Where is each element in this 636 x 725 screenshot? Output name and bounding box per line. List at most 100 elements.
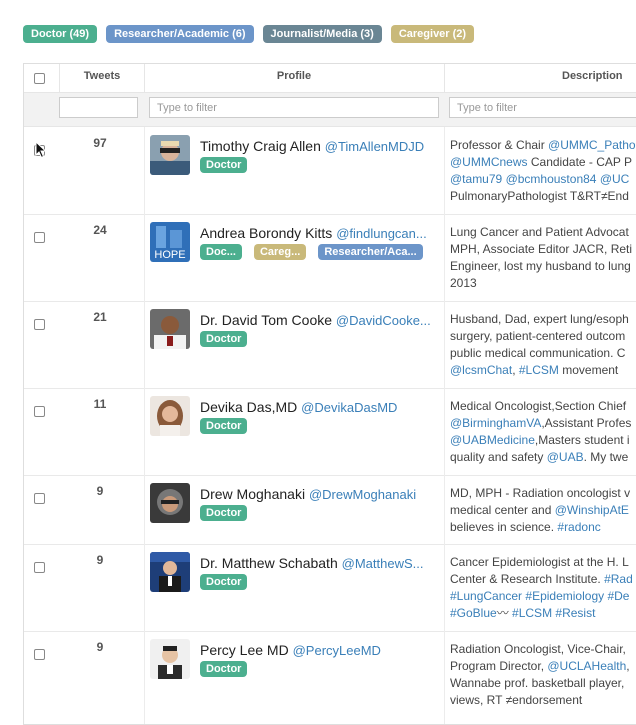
profile-name[interactable]: Timothy Craig Allen xyxy=(200,138,321,154)
description-line: Professor & Chair @UMMC_Patho xyxy=(450,137,636,154)
row-tag[interactable]: Doc... xyxy=(200,244,242,260)
description-line: 2013 xyxy=(450,275,636,292)
profile-handle[interactable]: @MatthewS... xyxy=(342,556,424,571)
description-link[interactable]: #LCSM xyxy=(512,606,552,620)
description-link[interactable]: #De xyxy=(607,589,629,603)
row-select-checkbox[interactable] xyxy=(34,649,45,660)
avatar[interactable] xyxy=(150,135,190,175)
profile-tags: Doctor xyxy=(200,331,248,347)
description-link[interactable]: @UCLAHealth xyxy=(547,659,626,673)
mouse-cursor-icon xyxy=(35,141,47,159)
filter-tag-caregiver[interactable]: Caregiver (2) xyxy=(390,25,475,43)
row-select-checkbox[interactable] xyxy=(34,319,45,330)
profile-handle[interactable]: @DrewMoghanaki xyxy=(309,487,416,502)
description-text: Wannabe prof. basketball player, xyxy=(450,676,625,690)
table-row[interactable]: 9 Drew Moghanaki @DrewMoghanaki Doctor M… xyxy=(24,475,636,545)
column-divider xyxy=(444,388,445,475)
description-link[interactable]: @UMMCnews xyxy=(450,155,528,169)
description-filter-input[interactable] xyxy=(449,97,636,118)
description-link[interactable]: @UMMC_Patho xyxy=(548,138,636,152)
table-row[interactable]: 9 Percy Lee MD @PercyLeeMD Doctor Radiat… xyxy=(24,631,636,724)
row-tag[interactable]: Careg... xyxy=(253,244,307,260)
row-tag[interactable]: Doctor xyxy=(200,157,248,173)
row-tag[interactable]: Doctor xyxy=(200,418,248,434)
filter-tag-doctor[interactable]: Doctor (49) xyxy=(23,25,98,43)
profile-handle[interactable]: @TimAllenMDJD xyxy=(325,139,424,154)
select-all-checkbox[interactable] xyxy=(34,73,45,84)
description-text: Lung Cancer and Patient Advocat xyxy=(450,225,629,239)
description-link[interactable]: #GoBlue xyxy=(450,606,497,620)
description-line: Husband, Dad, expert lung/esoph xyxy=(450,311,636,328)
row-tag[interactable]: Doctor xyxy=(200,505,248,521)
description-line: Lung Cancer and Patient Advocat xyxy=(450,224,636,241)
description-text: Professor & Chair xyxy=(450,138,549,152)
description-line: Center & Research Institute. #Rad xyxy=(450,571,636,588)
column-divider xyxy=(444,127,445,214)
profile-handle[interactable]: @DevikaDasMD xyxy=(301,400,397,415)
avatar[interactable]: HOPE xyxy=(150,222,190,262)
table-row[interactable]: 11 Devika Das,MD @DevikaDasMD Doctor Med… xyxy=(24,388,636,476)
description-link[interactable]: @WinshipAtE xyxy=(555,503,629,517)
profile-tags: Doctor xyxy=(200,574,248,590)
row-select-checkbox[interactable] xyxy=(34,493,45,504)
description-text: Engineer, lost my husband to lung xyxy=(450,259,631,273)
row-tag[interactable]: Doctor xyxy=(200,331,248,347)
avatar[interactable] xyxy=(150,309,190,349)
profile-handle[interactable]: @findlungcan... xyxy=(336,226,427,241)
description-link[interactable]: @BirminghamVA xyxy=(450,416,541,430)
profile-name[interactable]: Devika Das,MD xyxy=(200,399,297,415)
description-link[interactable]: @bcmhouston84 xyxy=(506,172,597,186)
profile-handle[interactable]: @PercyLeeMD xyxy=(293,643,381,658)
filter-row xyxy=(24,93,636,127)
header-description[interactable]: Description xyxy=(444,64,636,92)
profile-description: Husband, Dad, expert lung/esoph surgery, … xyxy=(450,311,636,379)
row-tag[interactable]: Doctor xyxy=(200,574,248,590)
profile-name[interactable]: Andrea Borondy Kitts xyxy=(200,225,332,241)
description-text: . My twe xyxy=(583,450,629,464)
column-divider xyxy=(444,301,445,388)
description-line: Cancer Epidemiologist at the H. L xyxy=(450,554,636,571)
row-tag[interactable]: Doctor xyxy=(200,661,248,677)
description-link[interactable]: #Rad xyxy=(604,572,633,586)
profile-name[interactable]: Drew Moghanaki xyxy=(200,486,305,502)
description-text: 2013 xyxy=(450,276,477,290)
filter-tag-journalist[interactable]: Journalist/Media (3) xyxy=(262,25,382,43)
description-link[interactable]: @UAB xyxy=(547,450,584,464)
header-profile[interactable]: Profile xyxy=(144,64,445,92)
profile-filter-input[interactable] xyxy=(149,97,439,118)
description-link[interactable]: #Resist xyxy=(555,606,595,620)
table-row[interactable]: 9 Dr. Matthew Schabath @MatthewS... Doct… xyxy=(24,544,636,632)
description-link[interactable]: @UC xyxy=(600,172,630,186)
description-link[interactable]: #LCSM xyxy=(519,363,559,377)
tweet-count: 21 xyxy=(93,310,107,324)
avatar[interactable] xyxy=(150,396,190,436)
profile-name[interactable]: Percy Lee MD xyxy=(200,642,289,658)
table-row[interactable]: 21 Dr. David Tom Cooke @DavidCooke... Do… xyxy=(24,301,636,389)
row-select-checkbox[interactable] xyxy=(34,562,45,573)
avatar[interactable] xyxy=(150,639,190,679)
filter-tag-researcher[interactable]: Researcher/Academic (6) xyxy=(106,25,254,43)
profile-name[interactable]: Dr. David Tom Cooke xyxy=(200,312,332,328)
profile-tags: Doctor xyxy=(200,418,248,434)
description-line: public medical communication. C xyxy=(450,345,636,362)
description-line: @UMMCnews Candidate - CAP P xyxy=(450,154,636,171)
description-link[interactable]: #LungCancer xyxy=(450,589,522,603)
header-tweets[interactable]: Tweets xyxy=(60,64,145,92)
row-select-checkbox[interactable] xyxy=(34,406,45,417)
description-link[interactable]: #Epidemiology xyxy=(525,589,604,603)
table-row[interactable]: 97 Timothy Craig Allen @TimAllenMDJD Doc… xyxy=(24,127,636,215)
tweets-filter-input[interactable] xyxy=(59,97,138,118)
avatar[interactable] xyxy=(150,483,190,523)
row-tag[interactable]: Researcher/Aca... xyxy=(318,244,423,260)
avatar[interactable] xyxy=(150,552,190,592)
description-link[interactable]: #radonc xyxy=(557,520,600,534)
table-row[interactable]: 24 HOPE Andrea Borondy Kitts @findlungca… xyxy=(24,214,636,302)
profile-name[interactable]: Dr. Matthew Schabath xyxy=(200,555,338,571)
description-link[interactable]: @UABMedicine xyxy=(450,433,535,447)
profile-tags: Doctor xyxy=(200,157,248,173)
description-link[interactable]: @lcsmChat xyxy=(450,363,512,377)
profile-handle[interactable]: @DavidCooke... xyxy=(336,313,431,328)
profile-name-line: Drew Moghanaki @DrewMoghanaki xyxy=(200,486,440,502)
row-select-checkbox[interactable] xyxy=(34,232,45,243)
description-link[interactable]: @tamu79 xyxy=(450,172,502,186)
